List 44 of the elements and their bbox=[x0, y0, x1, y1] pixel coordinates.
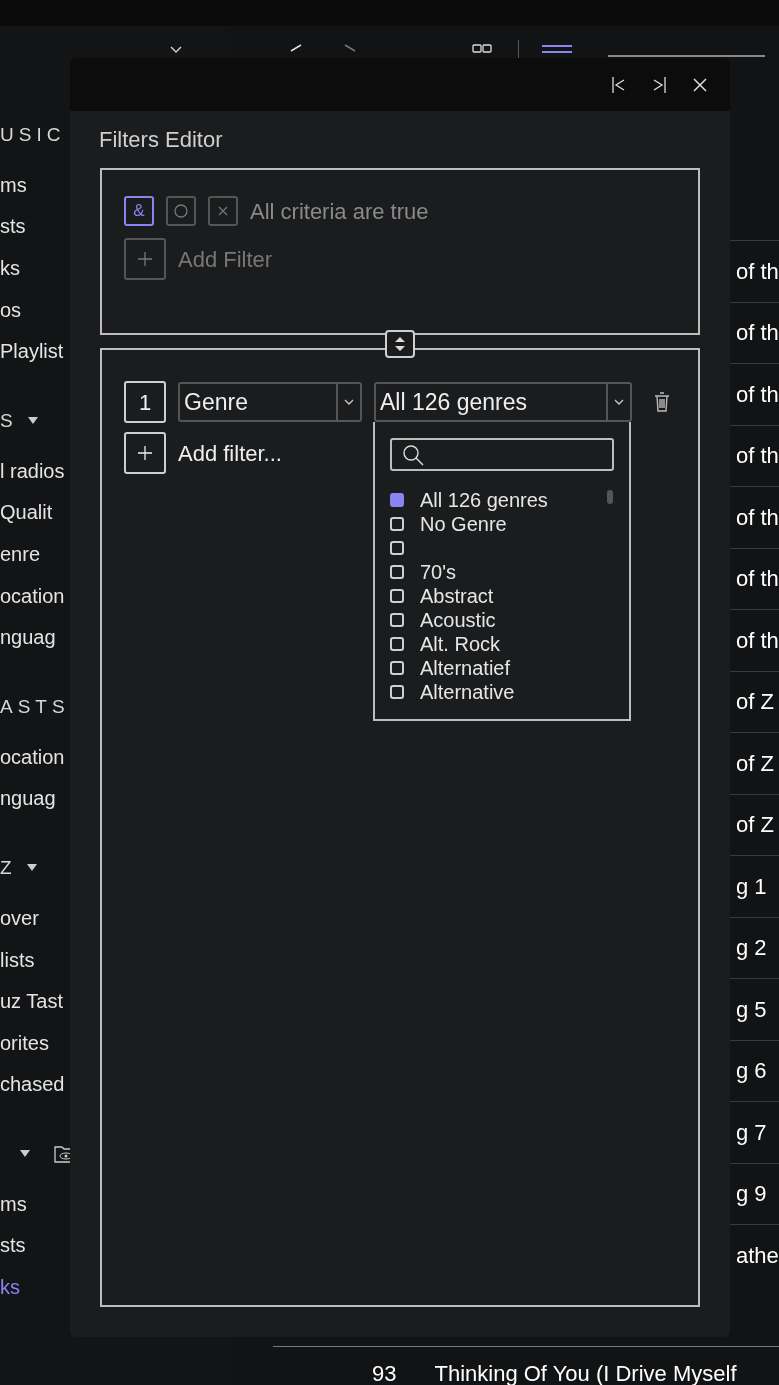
resize-icon bbox=[394, 336, 406, 352]
jump-to-last-icon[interactable] bbox=[652, 75, 666, 94]
section-header[interactable]: USIC bbox=[0, 120, 66, 150]
search-icon bbox=[402, 443, 424, 466]
close-icon bbox=[218, 206, 228, 216]
section-header[interactable]: ASTS bbox=[0, 692, 70, 722]
field-dropdown[interactable]: Genre bbox=[178, 382, 362, 422]
or-mode-button[interactable] bbox=[166, 196, 196, 226]
chevron-down-icon bbox=[344, 399, 354, 405]
trash-icon[interactable] bbox=[654, 392, 670, 412]
caret-down-icon[interactable] bbox=[20, 1150, 30, 1159]
checkbox[interactable] bbox=[390, 613, 404, 627]
add-filter-label[interactable]: Add filter... bbox=[178, 436, 282, 470]
checkbox[interactable] bbox=[390, 517, 404, 531]
jump-to-first-icon[interactable] bbox=[612, 75, 626, 94]
option-label[interactable]: All 126 genres bbox=[420, 485, 548, 515]
checkbox[interactable] bbox=[390, 565, 404, 579]
plus-icon bbox=[138, 446, 152, 460]
filter-number: 1 bbox=[124, 381, 166, 423]
track-number: 93 bbox=[372, 1363, 397, 1385]
scrollbar-thumb[interactable] bbox=[607, 490, 613, 504]
dialog-title: Filters Editor bbox=[99, 126, 224, 154]
grid-view-icon[interactable] bbox=[472, 44, 492, 54]
checkbox[interactable] bbox=[390, 589, 404, 603]
splitter-handle[interactable] bbox=[385, 330, 415, 358]
checkbox[interactable] bbox=[390, 493, 404, 507]
circle-icon bbox=[174, 204, 188, 218]
chevron-down-icon bbox=[614, 399, 624, 405]
caret-down-icon[interactable] bbox=[27, 416, 38, 425]
caret-down-icon[interactable] bbox=[26, 864, 37, 873]
close-icon[interactable] bbox=[692, 76, 708, 93]
chevron-down-icon[interactable] bbox=[170, 46, 182, 54]
checkbox[interactable] bbox=[390, 637, 404, 651]
checkbox[interactable] bbox=[390, 541, 404, 555]
section-header[interactable]: Z bbox=[0, 853, 17, 883]
list-view-icon[interactable] bbox=[542, 44, 572, 54]
criteria-label: All criteria are true bbox=[250, 197, 429, 226]
plus-icon bbox=[138, 252, 152, 266]
search-field[interactable] bbox=[390, 438, 614, 471]
checkbox[interactable] bbox=[390, 661, 404, 675]
section-header[interactable]: S bbox=[0, 406, 18, 436]
checkbox[interactable] bbox=[390, 685, 404, 699]
track-title: Thinking Of You (I Drive Myself bbox=[434, 1363, 737, 1385]
and-mode-button[interactable]: & bbox=[124, 196, 154, 226]
